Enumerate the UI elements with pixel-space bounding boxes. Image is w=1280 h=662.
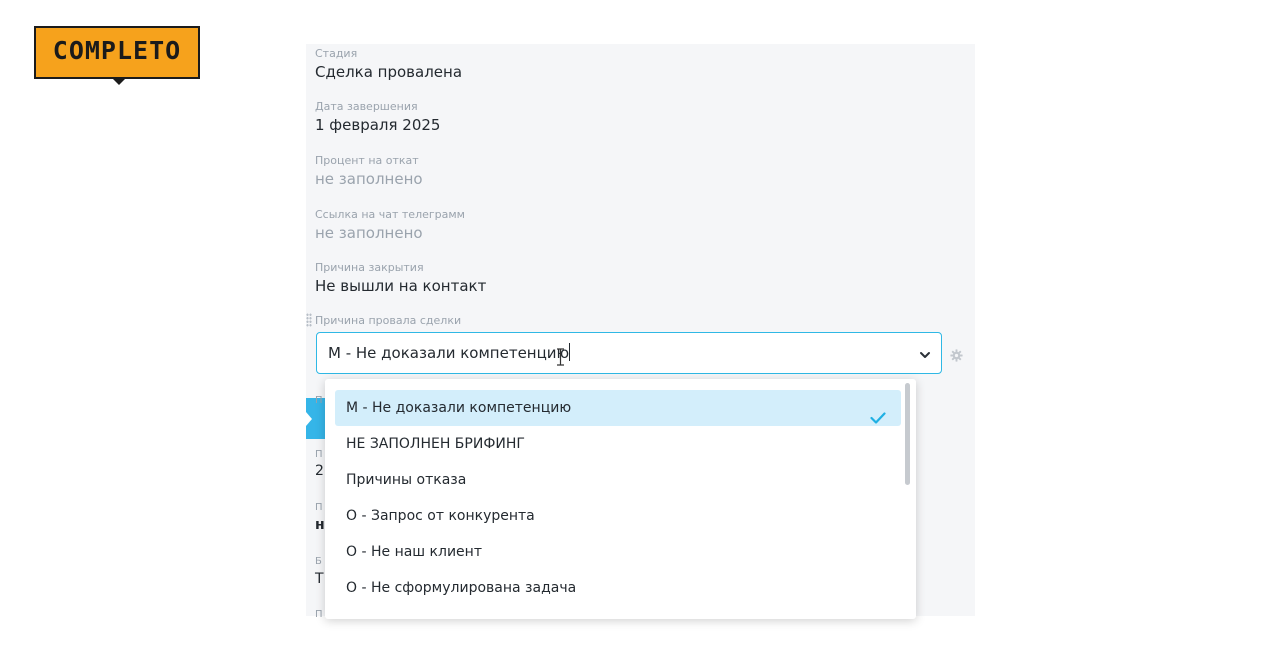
- field-value: 1 февраля 2025: [315, 116, 441, 134]
- gear-icon[interactable]: [950, 347, 963, 366]
- hidden-field-value: 2: [315, 463, 324, 479]
- field-label: Дата завершения: [315, 100, 418, 113]
- field-label: Ссылка на чат телеграмм: [315, 208, 465, 221]
- select-value-text: М - Не доказали компетенцию: [328, 344, 570, 362]
- drag-handle-icon[interactable]: [306, 313, 312, 327]
- dropdown-option[interactable]: О - Запрос от конкурента: [335, 498, 901, 534]
- text-caret: [569, 343, 571, 361]
- field-label: Процент на откат: [315, 154, 419, 167]
- field-value: не заполнено: [315, 170, 423, 188]
- field-fail-reason-label-wrap: Причина провала сделки: [315, 314, 461, 328]
- hidden-field-label: Б: [315, 556, 322, 567]
- option-label: М - Не доказали компетенцию: [346, 400, 572, 416]
- hidden-field-value: н: [315, 517, 325, 533]
- side-tab-arrow: [306, 412, 312, 426]
- fail-reason-dropdown: М - Не доказали компетенцию НЕ ЗАПОЛНЕН …: [325, 379, 916, 619]
- field-completion-date[interactable]: Дата завершения 1 февраля 2025: [315, 100, 440, 135]
- field-stage[interactable]: Стадия Сделка провалена: [315, 47, 462, 82]
- field-label: Причина закрытия: [315, 261, 424, 274]
- field-value: не заполнено: [315, 224, 423, 242]
- select-value[interactable]: М - Не доказали компетенцию: [328, 343, 571, 362]
- field-telegram-chat-link[interactable]: Ссылка на чат телеграмм не заполнено: [315, 208, 465, 243]
- hidden-field-label: П: [315, 502, 323, 513]
- logo-tail: [113, 79, 125, 85]
- dropdown-option-selected[interactable]: М - Не доказали компетенцию: [335, 390, 901, 426]
- field-value: Сделка провалена: [315, 63, 463, 81]
- dropdown-option[interactable]: О - Не сформулирована задача: [335, 570, 901, 606]
- option-label: Причины отказа: [346, 472, 467, 488]
- dropdown-option[interactable]: О - Не наш клиент: [335, 534, 901, 570]
- option-label: О - Не сформулирована задача: [346, 580, 577, 596]
- option-label: О - Запрос от конкурента: [346, 508, 535, 524]
- completo-logo: COMPLETO: [34, 26, 200, 85]
- text-cursor-icon: [556, 348, 565, 370]
- field-label: Стадия: [315, 47, 358, 60]
- field-close-reason[interactable]: Причина закрытия Не вышли на контакт: [315, 261, 486, 296]
- option-label: О - Не наш клиент: [346, 544, 482, 560]
- fail-reason-select[interactable]: М - Не доказали компетенцию: [316, 332, 942, 374]
- field-label: Причина провала сделки: [315, 314, 462, 327]
- chevron-down-icon[interactable]: [919, 346, 931, 365]
- logo-text: COMPLETO: [52, 36, 182, 65]
- hidden-field-label: П: [315, 395, 323, 406]
- hidden-field-value: Т: [315, 571, 324, 587]
- option-label: НЕ ЗАПОЛНЕН БРИФИНГ: [346, 436, 525, 452]
- dropdown-option[interactable]: НЕ ЗАПОЛНЕН БРИФИНГ: [335, 426, 901, 462]
- field-kickback-percent[interactable]: Процент на откат не заполнено: [315, 154, 423, 189]
- hidden-field-label: П: [315, 609, 323, 620]
- field-value: Не вышли на контакт: [315, 277, 487, 295]
- dropdown-option[interactable]: Причины отказа: [335, 462, 901, 498]
- dropdown-scrollbar[interactable]: [905, 383, 910, 485]
